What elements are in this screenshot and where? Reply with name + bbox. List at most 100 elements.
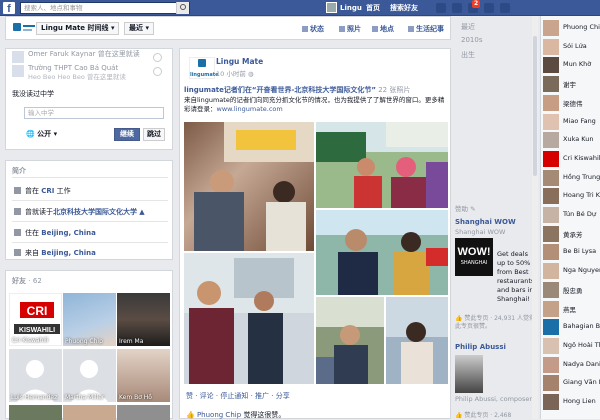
- school-radio[interactable]: [153, 67, 162, 76]
- from-link[interactable]: Beijing, China: [41, 249, 96, 257]
- photo-icon: [339, 26, 345, 32]
- photo-action[interactable]: 照片: [339, 23, 361, 35]
- post-photo[interactable]: [184, 253, 314, 384]
- friend-tile[interactable]: Irem Ma: [117, 293, 170, 346]
- post-photo[interactable]: [316, 122, 448, 208]
- skip-button[interactable]: 跳过: [143, 128, 165, 141]
- contact-avatar: [543, 76, 559, 93]
- ad-subtitle: Philip Abussi, composer: [455, 395, 533, 403]
- place-icon: [372, 26, 378, 32]
- liker-link[interactable]: Phuong Chip: [197, 411, 241, 419]
- globe-small-icon: ▲: [137, 208, 145, 216]
- status-icon: [302, 26, 308, 32]
- home-link[interactable]: 首页: [366, 2, 380, 14]
- friends-heading[interactable]: 好友 · 62: [12, 276, 42, 286]
- photo-scene: [316, 297, 384, 384]
- search-input[interactable]: 搜索人、地点和事物: [20, 2, 190, 14]
- work-link[interactable]: CRI: [41, 187, 54, 195]
- headline-album-link[interactable]: “开奋看世界-北京科技大学国际文化节”: [252, 86, 376, 94]
- timeline-label: 时间线: [87, 24, 109, 32]
- life-event-label: 生活纪事: [416, 25, 444, 33]
- school-option[interactable]: Trường THPT Cao Bá Quát Heo Beo Heo Beo …: [12, 63, 170, 83]
- scrollbar-thumb[interactable]: [533, 36, 537, 176]
- contact-avatar: [543, 38, 559, 55]
- life-event-action[interactable]: 生活纪事: [408, 23, 444, 35]
- year-2010s[interactable]: 2010s: [461, 36, 482, 44]
- page-name-button[interactable]: Lingu Mate 时间线 ▾: [36, 22, 120, 35]
- post-photo[interactable]: [316, 210, 448, 295]
- liked-suffix: 觉得这很赞。: [241, 411, 286, 419]
- post-time[interactable]: 10 小时前 ◍: [216, 68, 254, 78]
- contact-name: Cri Kiswahili: [563, 153, 600, 162]
- friend-tile[interactable]: [117, 405, 170, 420]
- friend-tile[interactable]: CRI KISWAHILI Cri Kiswahili: [9, 293, 62, 346]
- contact-name: 殷忠勇: [563, 286, 583, 295]
- friend-tile[interactable]: [9, 405, 62, 420]
- privacy-selector[interactable]: 🌐 公开 ▾: [26, 129, 57, 139]
- intro-from: 来自 Beijing, China: [14, 248, 96, 258]
- intro-suffix: 工作: [54, 187, 71, 195]
- place-action[interactable]: 地点: [372, 23, 394, 35]
- contact-avatar: [543, 300, 559, 317]
- year-recent[interactable]: 最近: [461, 22, 475, 32]
- page-logo: [11, 22, 37, 34]
- friend-tile[interactable]: Kem Bơ Hồ: [117, 349, 170, 402]
- messages-icon[interactable]: [452, 3, 462, 13]
- friend-tile[interactable]: [63, 405, 116, 420]
- ad-title[interactable]: Shanghai WOW: [455, 218, 516, 226]
- friend-tile[interactable]: Luis Hernandez: [9, 349, 62, 402]
- school-sub: Heo Beo Heo Beo 曾在这里就读: [28, 73, 126, 81]
- post-photo[interactable]: [184, 122, 314, 251]
- post-photo[interactable]: [316, 297, 384, 384]
- friend-requests-icon[interactable]: [436, 3, 446, 13]
- contact-avatar: [543, 225, 559, 242]
- post-actions[interactable]: 赞 · 评论 · 停止通知 · 推广 · 分享: [186, 391, 290, 401]
- friend-tile[interactable]: Phuong Chip: [63, 293, 116, 346]
- facebook-logo-icon[interactable]: f: [3, 2, 15, 15]
- chat-contact[interactable]: Hong Lien: [541, 392, 600, 413]
- post-link[interactable]: www.lingumate.com: [217, 105, 283, 113]
- page-name: Lingu Mate: [41, 24, 86, 32]
- page-scrollbar[interactable]: [532, 16, 538, 419]
- contact-name: Tún Bé Dự: [563, 210, 596, 218]
- year-born[interactable]: 出生: [461, 50, 475, 60]
- contact-name: Hong Lien: [563, 397, 596, 405]
- profile-link[interactable]: Lingu: [340, 2, 362, 14]
- post-author-avatar[interactable]: lingumate: [189, 57, 219, 79]
- school-radio[interactable]: [153, 53, 162, 62]
- contact-avatar: [543, 319, 559, 336]
- friend-name: Cri Kiswahili: [12, 337, 49, 344]
- contact-name: Hoang Tri Kỳ: [563, 191, 600, 200]
- post-logo-text: lingumate: [190, 72, 219, 78]
- ad-like-page[interactable]: 👍 赞此专页 · 24,931 人觉得此专页很赞。: [455, 315, 535, 331]
- divider: [12, 242, 168, 243]
- contact-avatar: [543, 356, 559, 373]
- ad-image[interactable]: [455, 355, 483, 393]
- education-link[interactable]: 北京科技大学国际文化大学: [53, 208, 137, 216]
- post-author[interactable]: Lingu Mate: [216, 57, 263, 66]
- privacy-lock-icon[interactable]: [484, 3, 494, 13]
- page-logo-mark: [13, 23, 35, 31]
- contact-name: 谢宇: [563, 81, 576, 90]
- settings-gear-icon[interactable]: [500, 3, 510, 13]
- contact-name: Nadya Daniel: [563, 359, 600, 368]
- status-action[interactable]: 状态: [302, 23, 324, 35]
- profile-avatar[interactable]: [326, 2, 337, 13]
- home-icon: [14, 229, 21, 236]
- lives-link[interactable]: Beijing, China: [41, 229, 96, 237]
- photo-count: 22 张照片: [376, 86, 411, 94]
- contact-avatar: [543, 263, 559, 280]
- friend-name: Luis Hernandez: [11, 394, 58, 401]
- continue-button[interactable]: 继续: [114, 128, 140, 141]
- school-input[interactable]: 输入中学: [24, 107, 164, 119]
- contact-name: Be Bi Lysa: [563, 247, 597, 256]
- recent-dropdown[interactable]: 最近 ▾: [124, 22, 154, 35]
- chevron-down-icon: ▾: [53, 130, 58, 138]
- friend-name: Phuong Chip: [65, 338, 103, 345]
- post-photo[interactable]: [386, 297, 448, 384]
- find-friends-link[interactable]: 搜索好友: [390, 2, 418, 14]
- ad-image[interactable]: WOW! SHANGHAI: [455, 238, 493, 276]
- friend-tile[interactable]: Martha Miller: [63, 349, 116, 402]
- ad-title[interactable]: Philip Abussi: [455, 343, 506, 351]
- search-icon[interactable]: [176, 2, 189, 14]
